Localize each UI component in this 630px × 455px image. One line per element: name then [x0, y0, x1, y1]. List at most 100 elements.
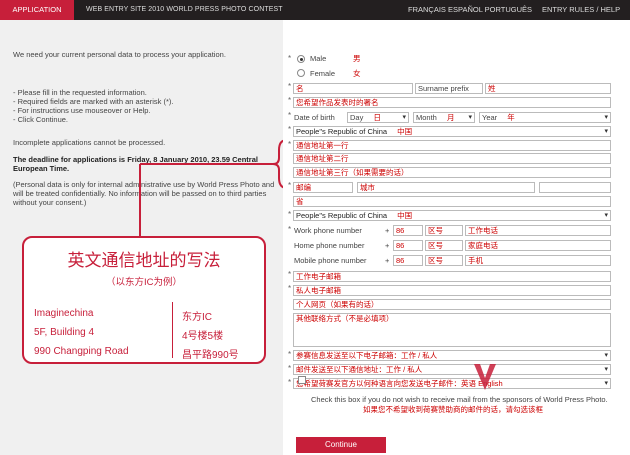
- female-radio[interactable]: [297, 69, 305, 77]
- surname-input[interactable]: 姓: [485, 83, 611, 94]
- chevron-down-icon: ▾: [604, 212, 608, 219]
- private-email-input[interactable]: 私人电子邮箱: [293, 285, 611, 296]
- male-label-cn: 男: [353, 54, 361, 63]
- dob-day-text: Day: [350, 113, 364, 122]
- work-country-code-input[interactable]: 86: [393, 225, 423, 236]
- required-star: *: [288, 54, 292, 63]
- mobile-phone-input[interactable]: 手机: [465, 255, 611, 266]
- surname-prefix-input[interactable]: Surname prefix: [415, 83, 483, 94]
- instruction-1: - Please fill in the requested informati…: [13, 88, 147, 97]
- female-label-cn: 女: [353, 69, 361, 78]
- continue-button[interactable]: Continue: [296, 437, 386, 453]
- address-annotation-box: 英文通信地址的写法 （以东方IC为例） Imaginechina 5F, Bui…: [22, 236, 266, 364]
- address-line-2-input[interactable]: 通信地址第二行: [293, 153, 611, 164]
- required-star: *: [288, 225, 292, 234]
- required-star: *: [288, 82, 292, 91]
- language-select[interactable]: 您希望荷赛发官方以何种语言向您发送电子邮件：英语 English ▾: [293, 378, 611, 389]
- country-select[interactable]: People"s Republic of China 中国 ▾: [293, 210, 611, 221]
- annotation-cn-line-3: 昌平路990号: [182, 350, 239, 361]
- annotation-en-line-1: Imaginechina: [34, 308, 94, 319]
- chevron-down-icon: ▾: [468, 114, 472, 121]
- language-links[interactable]: FRANÇAIS ESPAÑOL PORTUGUÊS: [408, 0, 532, 20]
- chevron-down-icon: ▾: [604, 366, 608, 373]
- instruction-4: - Click Continue.: [13, 115, 69, 124]
- required-star: *: [288, 96, 292, 105]
- work-area-code-input[interactable]: 区号: [425, 225, 463, 236]
- male-radio[interactable]: [297, 55, 305, 63]
- required-star: *: [288, 284, 292, 293]
- dob-month-text: Month: [416, 113, 437, 122]
- annotation-en-line-2: 5F, Building 4: [34, 327, 95, 338]
- first-name-input[interactable]: 名: [293, 83, 413, 94]
- annotation-divider: [172, 302, 173, 358]
- mobile-area-code-input[interactable]: 区号: [425, 255, 463, 266]
- male-label: Male: [310, 54, 327, 63]
- country-cn: 中国: [397, 211, 413, 220]
- address-line-3-input[interactable]: 通信地址第三行（如果需要的话）: [293, 167, 611, 178]
- watermark-logo-icon: [474, 364, 496, 390]
- personal-data-form: * Male 男 Female 女 * 名 Surname prefix 姓 *…: [283, 20, 630, 455]
- annotation-subtitle: （以东方IC为例）: [105, 277, 182, 288]
- required-star: *: [288, 210, 292, 219]
- chevron-down-icon: ▾: [604, 128, 608, 135]
- dob-day-cn: 日: [373, 113, 381, 122]
- annotation-title: 英文通信地址的写法: [67, 251, 221, 270]
- dob-year-select[interactable]: Year 年 ▾: [479, 112, 611, 123]
- nationality-select[interactable]: People"s Republic of China 中国 ▾: [293, 126, 611, 137]
- sponsor-mail-text-cn: 如果您不希望收到荷赛赞助商的邮件的话，请勾选该框: [363, 405, 543, 414]
- chevron-down-icon: ▾: [604, 352, 608, 359]
- sponsor-mail-checkbox[interactable]: [298, 376, 306, 384]
- website-input[interactable]: 个人网页（如果有的话）: [293, 299, 611, 310]
- mobile-country-code-input[interactable]: 86: [393, 255, 423, 266]
- chevron-down-icon: ▾: [604, 114, 608, 121]
- chevron-down-icon: ▾: [402, 114, 406, 121]
- mail-address-select[interactable]: 邮件发送至以下通信地址：工作 / 私人 ▾: [293, 364, 611, 375]
- dob-day-select[interactable]: Day 日 ▾: [347, 112, 409, 123]
- work-phone-input[interactable]: 工作电话: [465, 225, 611, 236]
- instruction-3: - For instructions use mouseover or Help…: [13, 106, 151, 115]
- required-star: *: [288, 270, 292, 279]
- postcode-input[interactable]: 邮编: [293, 182, 353, 193]
- home-area-code-input[interactable]: 区号: [425, 240, 463, 251]
- dob-label: Date of birth: [294, 113, 335, 122]
- tab-application[interactable]: APPLICATION: [0, 0, 74, 20]
- city-input[interactable]: 城市: [357, 182, 535, 193]
- dob-year-text: Year: [482, 113, 498, 122]
- required-star: *: [288, 350, 292, 359]
- intro-text: We need your current personal data to pr…: [13, 50, 226, 59]
- plus-sign: +: [385, 226, 390, 235]
- work-phone-label: Work phone number: [294, 226, 362, 235]
- nationality-text: People"s Republic of China: [296, 127, 388, 136]
- other-contact-textarea[interactable]: 其他联络方式（不是必填项）: [293, 313, 611, 347]
- work-email-input[interactable]: 工作电子邮箱: [293, 271, 611, 282]
- chevron-down-icon: ▾: [604, 380, 608, 387]
- required-star: *: [288, 125, 292, 134]
- dob-month-select[interactable]: Month 月 ▾: [413, 112, 475, 123]
- required-star: *: [288, 111, 292, 120]
- required-star: *: [288, 181, 292, 190]
- contest-email-select[interactable]: 参赛信息发送至以下电子邮箱：工作 / 私人 ▾: [293, 350, 611, 361]
- annotation-en-line-3: 990 Changping Road: [34, 346, 129, 357]
- mail-address-text: 邮件发送至以下通信地址：工作 / 私人: [296, 365, 423, 374]
- mobile-phone-label: Mobile phone number: [294, 256, 367, 265]
- plus-sign: +: [385, 256, 390, 265]
- signature-input[interactable]: 您希望作品发表时的署名: [293, 97, 611, 108]
- address-line-1-input[interactable]: 通信地址第一行: [293, 140, 611, 151]
- annotation-cn-line-2: 4号楼5楼: [182, 331, 224, 342]
- home-phone-input[interactable]: 家庭电话: [465, 240, 611, 251]
- nationality-cn: 中国: [397, 127, 413, 136]
- required-star: *: [288, 140, 292, 149]
- sponsor-mail-text: Check this box if you do not wish to rec…: [311, 395, 608, 404]
- dob-month-cn: 月: [446, 113, 455, 122]
- home-country-code-input[interactable]: 86: [393, 240, 423, 251]
- entry-rules-help-link[interactable]: ENTRY RULES / HELP: [542, 0, 620, 20]
- country-text: People"s Republic of China: [296, 211, 388, 220]
- dob-year-cn: 年: [507, 113, 515, 122]
- annotation-cn-line-1: 东方IC: [182, 312, 212, 323]
- contest-email-text: 参赛信息发送至以下电子邮箱：工作 / 私人: [296, 351, 438, 360]
- home-phone-label: Home phone number: [294, 241, 365, 250]
- city-extra-input[interactable]: [539, 182, 611, 193]
- plus-sign: +: [385, 241, 390, 250]
- required-star: *: [288, 378, 292, 387]
- province-input[interactable]: 省: [293, 196, 611, 207]
